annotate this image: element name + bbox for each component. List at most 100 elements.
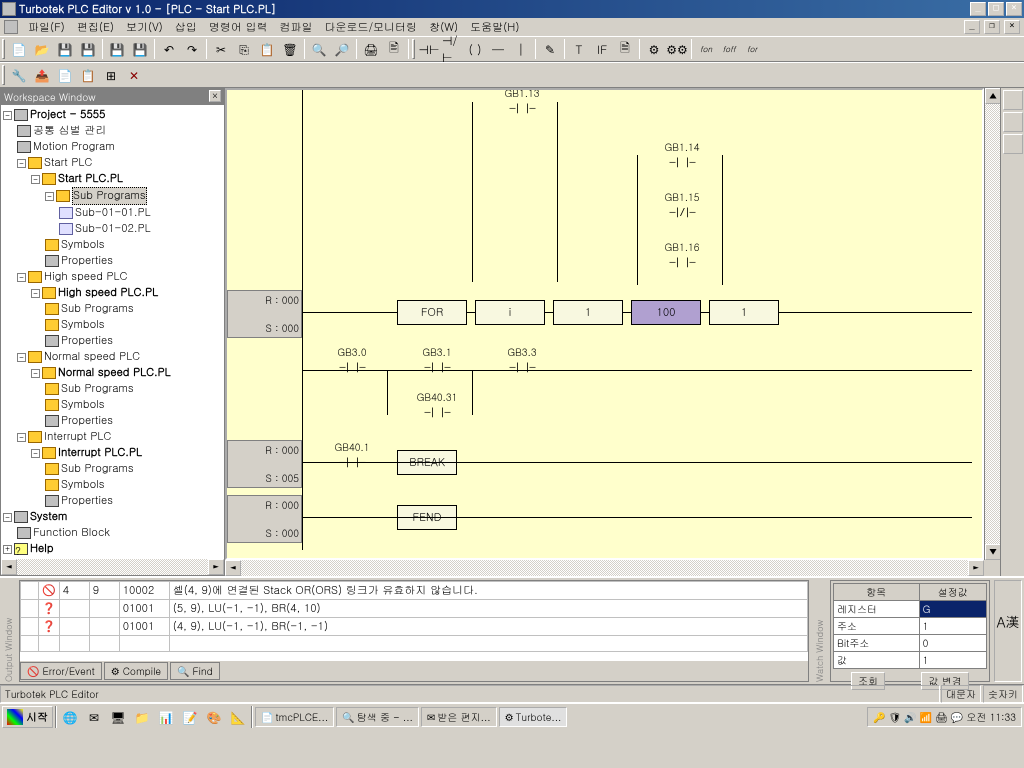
project-tree[interactable]: -Project - 5555 공통 심벌 관리 Motion Program … [1,105,224,559]
int-symbols[interactable]: Symbols [61,477,105,493]
menu-insert[interactable]: 삽입 [170,19,202,36]
redo-icon[interactable]: ↷ [181,38,203,60]
send-icon[interactable]: 📤 [31,64,53,86]
node-symbols[interactable]: Symbols [61,237,105,253]
node-sub0101[interactable]: Sub-01-01.PL [75,205,151,221]
node-props[interactable]: Properties [61,253,113,269]
node-sub0102[interactable]: Sub-01-02.PL [75,221,151,237]
node-highspeed[interactable]: High speed PLC [44,269,127,285]
start-button[interactable]: 시작 [2,706,53,728]
workspace-close-button[interactable]: × [209,90,221,102]
tray-icon-6[interactable]: 💬 [951,710,963,724]
tree-hscroll[interactable]: ◄► [1,559,224,575]
rtool-1-icon[interactable] [1003,90,1023,110]
system-tray[interactable]: 🔑 🛡 🔊 📶 🖨 💬 오전 11:33 [867,707,1022,727]
quicklaunch-7-icon[interactable]: 🎨 [203,706,225,728]
tab-compile[interactable]: ⚙Compile [104,662,168,680]
node-interrupt[interactable]: Interrupt PLC [44,429,111,445]
rtool-2-icon[interactable] [1003,112,1023,132]
print-icon[interactable]: 🖨 [360,38,382,60]
node-startplc-pl[interactable]: Start PLC.PL [58,171,123,187]
mdi-restore-button[interactable]: ❐ [984,20,1000,34]
node-startplc[interactable]: Start PLC [44,155,92,171]
node-common[interactable]: 공통 심벌 관리 [33,123,106,139]
tray-clock[interactable]: 오전 11:33 [966,710,1016,724]
for-var[interactable]: i [475,300,545,325]
node-normal-pl[interactable]: Normal speed PLC.PL [58,365,171,381]
hs-symbols[interactable]: Symbols [61,317,105,333]
task-2[interactable]: 🔍탐색 중 - ... [336,707,419,727]
open-icon[interactable]: 📂 [31,38,53,60]
minimize-button[interactable]: _ [970,2,986,16]
delete-x-icon[interactable]: ✕ [123,64,145,86]
quicklaunch-2-icon[interactable]: ✉ [83,706,105,728]
ladder-vscroll[interactable]: ▲▼ [984,88,1000,560]
menu-file[interactable]: 파일(F) [23,19,70,36]
menu-edit[interactable]: 편집(E) [72,19,119,36]
menu-view[interactable]: 보기(V) [121,19,168,36]
hs-subprogs[interactable]: Sub Programs [61,301,134,317]
watch-table[interactable]: 항목설정값 레지스터G 주소1 Bit주소0 값1 [833,583,987,669]
tool-icon[interactable]: 🔧 [8,64,30,86]
for-instruction[interactable]: FOR [397,300,467,325]
ns-symbols[interactable]: Symbols [61,397,105,413]
for-step[interactable]: 1 [709,300,779,325]
foff-icon[interactable]: foff [718,38,740,60]
task-4-active[interactable]: ⚙Turbote... [499,707,568,727]
text-icon[interactable]: T [568,38,590,60]
vline-icon[interactable]: │ [510,38,532,60]
tray-icon-3[interactable]: 🔊 [904,710,916,724]
contact-nc-icon[interactable]: ⊣/⊢ [441,38,463,60]
tab-find[interactable]: 🔍Find [170,662,220,680]
menu-compile[interactable]: 컴파일 [274,19,317,36]
quicklaunch-1-icon[interactable]: 🌐 [59,706,81,728]
node-interrupt-pl[interactable]: Interrupt PLC.PL [58,445,142,461]
new-icon[interactable]: 📄 [8,38,30,60]
find-icon[interactable]: 🔍 [308,38,330,60]
mdi-child-icon[interactable] [4,20,18,34]
fon-icon[interactable]: fon [695,38,717,60]
tray-icon-1[interactable]: 🔑 [873,710,885,724]
edit-icon[interactable]: ✎ [539,38,561,60]
menu-download[interactable]: 다운로드/모니터링 [319,19,422,36]
copy-icon[interactable]: ⎘ [233,38,255,60]
if-icon[interactable]: IF [591,38,613,60]
node-system[interactable]: System [30,509,67,525]
for-to-selected[interactable]: 100 [631,300,701,325]
int-props[interactable]: Properties [61,493,113,509]
save-icon[interactable]: 💾 [54,38,76,60]
output-grid[interactable]: 🚫4910002셀(4, 9)에 연결된 Stack OR(ORS) 링크가 유… [20,581,808,661]
node-help[interactable]: Help [30,541,53,557]
ladder-editor[interactable]: GB1.13—| |— GB1.14—| |— GB1.15—|/|— GB1.… [225,88,984,560]
save-as-icon[interactable]: 💾 [106,38,128,60]
task-1[interactable]: 📄tmcPLCE... [255,707,334,727]
buildall-icon[interactable]: ⚙⚙ [666,38,688,60]
list-icon[interactable]: 📋 [77,64,99,86]
sheet-icon[interactable]: 📄 [54,64,76,86]
ime-indicator[interactable]: A漢 [994,580,1022,682]
tab-error[interactable]: 🚫Error/Event [20,662,102,680]
hline-icon[interactable]: — [487,38,509,60]
ns-props[interactable]: Properties [61,413,113,429]
contact-no-icon[interactable]: ⊣⊢ [418,38,440,60]
preview-icon[interactable]: 🖹 [383,38,405,60]
quicklaunch-4-icon[interactable]: 📁 [131,706,153,728]
save-all-icon[interactable]: 💾 [77,38,99,60]
coil-icon[interactable]: ( ) [464,38,486,60]
node-highspeed-pl[interactable]: High speed PLC.PL [58,285,158,301]
tray-icon-2[interactable]: 🛡 [889,710,902,724]
undo-icon[interactable]: ↶ [158,38,180,60]
paste-icon[interactable]: 📋 [256,38,278,60]
maximize-button[interactable]: □ [988,2,1004,16]
close-button[interactable]: × [1006,2,1022,16]
node-normal[interactable]: Normal speed PLC [44,349,140,365]
tray-icon-4[interactable]: 📶 [920,710,932,724]
rtool-3-icon[interactable] [1003,134,1023,154]
quicklaunch-3-icon[interactable]: 🖥 [107,706,129,728]
build-icon[interactable]: ⚙ [643,38,665,60]
task-3[interactable]: ✉받은 편지... [421,707,497,727]
ns-subprogs[interactable]: Sub Programs [61,381,134,397]
quicklaunch-8-icon[interactable]: 📐 [227,706,249,728]
int-subprogs[interactable]: Sub Programs [61,461,134,477]
hs-props[interactable]: Properties [61,333,113,349]
